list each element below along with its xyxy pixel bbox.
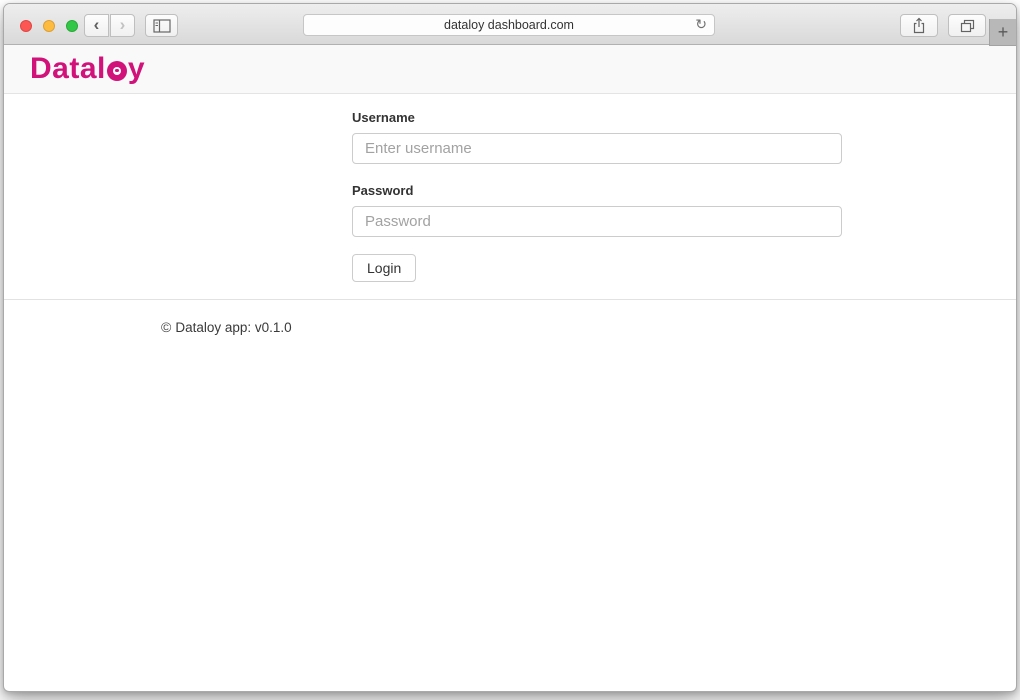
sidebar-toggle-icon [153,19,171,33]
traffic-lights [20,20,78,32]
refresh-icon[interactable]: ↻ [695,16,707,33]
logo-bullseye-icon [107,61,127,81]
share-button[interactable] [900,14,938,37]
login-button[interactable]: Login [352,254,416,282]
footer-version-text: Dataloy app: v0.1.0 [175,320,291,335]
page-footer: © Dataloy app: v0.1.0 [4,300,1016,335]
dataloy-logo: Datal y [30,52,145,86]
url-text: dataloy dashboard.com [444,18,574,32]
close-window-button[interactable] [20,20,32,32]
new-tab-button[interactable]: + [989,19,1016,46]
address-bar[interactable]: dataloy dashboard.com ↻ [303,14,715,36]
username-label: Username [352,110,842,125]
login-form: Username Password Login [352,94,842,282]
sidebar-toggle-button[interactable] [145,14,178,37]
zoom-window-button[interactable] [66,20,78,32]
tab-overview-button[interactable] [948,14,986,37]
forward-button[interactable]: › [110,14,135,37]
password-label: Password [352,183,842,198]
forward-icon: › [120,16,126,33]
back-button[interactable]: ‹ [84,14,109,37]
copyright-icon: © [161,319,171,335]
tab-overview-icon [959,18,975,33]
minimize-window-button[interactable] [43,20,55,32]
back-icon: ‹ [94,16,100,33]
password-input[interactable] [352,206,842,237]
share-icon [911,17,927,34]
logo-text-suffix: y [128,52,145,86]
plus-icon: + [998,22,1009,43]
browser-toolbar: ‹ › dataloy dashboard.com ↻ [4,4,1016,45]
site-header: Datal y [4,45,1016,94]
login-page: Username Password Login © Dataloy app: v… [4,94,1016,335]
username-input[interactable] [352,133,842,164]
logo-text-prefix: Datal [30,52,106,86]
browser-window: ‹ › dataloy dashboard.com ↻ [3,3,1017,692]
